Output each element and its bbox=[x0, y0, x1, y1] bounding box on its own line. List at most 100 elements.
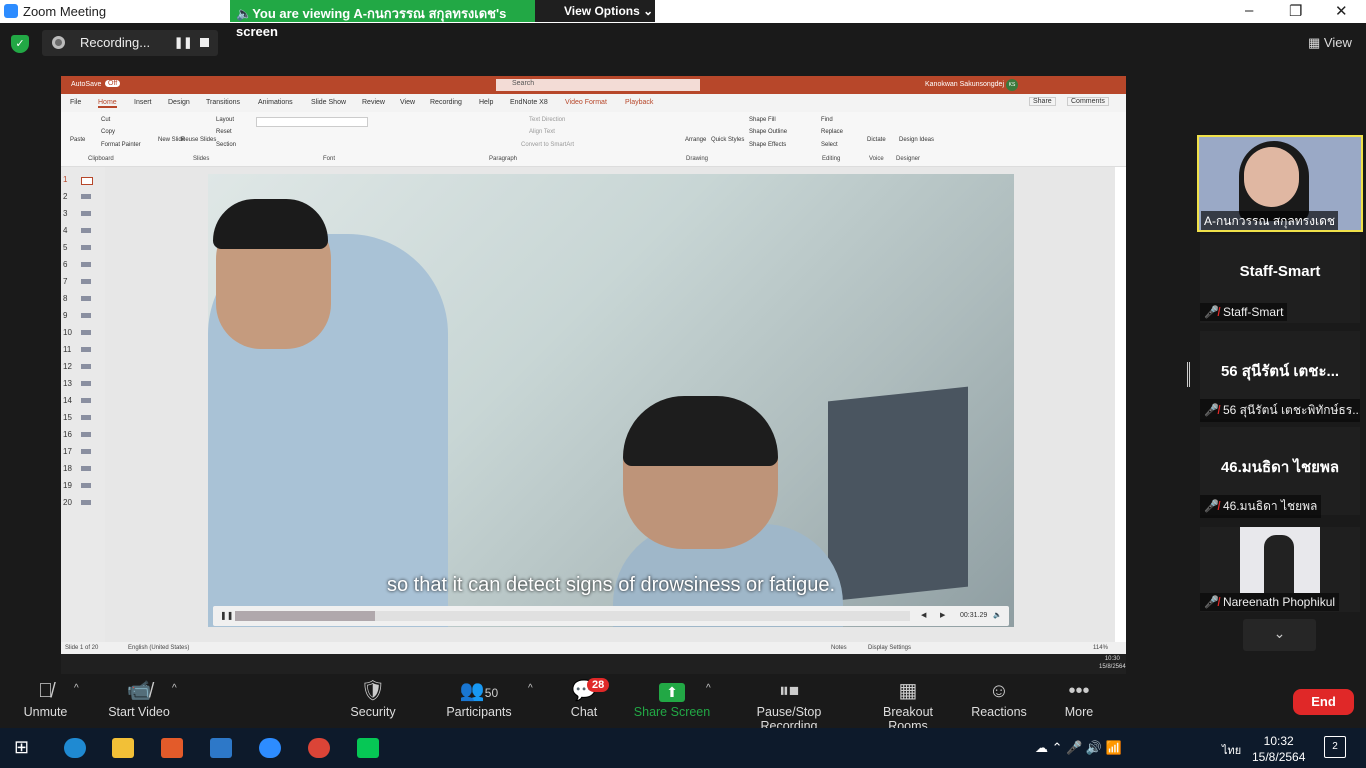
maximize-icon[interactable]: ❐ bbox=[1289, 2, 1302, 20]
status-display-settings[interactable]: Display Settings bbox=[868, 645, 911, 651]
edge-icon[interactable] bbox=[64, 738, 86, 758]
mail-icon[interactable] bbox=[210, 738, 232, 758]
pause-stop-recording-button[interactable]: ⏸⏹ Pause/Stop Recording bbox=[728, 675, 850, 733]
stop-recording-icon[interactable] bbox=[200, 38, 209, 47]
ribbon-replace[interactable]: Replace bbox=[821, 129, 843, 135]
ppt-comments-button[interactable]: Comments bbox=[1067, 97, 1109, 106]
ppt-tab-insert[interactable]: Insert bbox=[134, 99, 152, 106]
ribbon-format-painter[interactable]: Format Painter bbox=[101, 142, 141, 148]
ribbon-cut[interactable]: Cut bbox=[101, 117, 110, 123]
status-notes-button[interactable]: Notes bbox=[831, 645, 847, 651]
share-caret[interactable]: ^ bbox=[706, 683, 711, 694]
view-options-button[interactable]: View Options ⌄ bbox=[535, 0, 655, 22]
pause-recording-icon[interactable]: ❚❚ bbox=[174, 36, 192, 49]
ppt-tab-transitions[interactable]: Transitions bbox=[206, 99, 240, 106]
ribbon-section[interactable]: Section bbox=[216, 142, 236, 148]
chrome-icon[interactable] bbox=[308, 738, 330, 758]
slide-thumbnail[interactable] bbox=[81, 245, 91, 250]
audio-options-caret[interactable]: ^ bbox=[74, 683, 79, 694]
scroll-down-button[interactable]: ⌄ bbox=[1243, 619, 1316, 651]
participant-tile[interactable]: 56 สุนีรัตน์ เตชะ... 🎤̸ 56 สุนีรัตน์ เตชะ… bbox=[1200, 331, 1360, 422]
participants-caret[interactable]: ^ bbox=[528, 683, 533, 694]
slide-thumbnail[interactable] bbox=[81, 330, 91, 335]
video-progress-bar[interactable] bbox=[235, 611, 910, 621]
security-button[interactable]: 🛡 Security bbox=[345, 675, 401, 728]
breakout-rooms-button[interactable]: ▦ Breakout Rooms bbox=[862, 675, 954, 733]
ribbon-dictate[interactable]: Dictate bbox=[867, 137, 886, 143]
ribbon-convert-smartart[interactable]: Convert to SmartArt bbox=[521, 142, 574, 148]
ppt-tab-review[interactable]: Review bbox=[362, 99, 385, 106]
ribbon-shape-effects[interactable]: Shape Effects bbox=[749, 142, 786, 148]
file-explorer-icon[interactable] bbox=[112, 738, 134, 758]
slide-thumbnail[interactable] bbox=[81, 296, 91, 301]
more-button[interactable]: ••• More bbox=[1060, 675, 1098, 728]
unmute-button[interactable]: 🎙̸ Unmute bbox=[18, 675, 73, 728]
ppt-search-box[interactable]: Search bbox=[496, 79, 700, 91]
slide-thumbnail[interactable] bbox=[81, 364, 91, 369]
weather-icon[interactable]: ☁ bbox=[1035, 740, 1048, 755]
ppt-tab-slide-show[interactable]: Slide Show bbox=[311, 99, 346, 106]
slide-thumbnail[interactable] bbox=[81, 194, 91, 199]
ppt-tab-file[interactable]: File bbox=[70, 99, 81, 106]
ppt-tab-endnote[interactable]: EndNote X8 bbox=[510, 99, 548, 106]
ribbon-find[interactable]: Find bbox=[821, 117, 833, 123]
ppt-tab-view[interactable]: View bbox=[400, 99, 415, 106]
autosave-toggle[interactable]: Off bbox=[105, 80, 121, 87]
ribbon-align-text[interactable]: Align Text bbox=[529, 129, 555, 135]
participant-tile[interactable]: 46.มนธิดา ไชยพล 🎤̸ 46.มนธิดา ไชยพล bbox=[1200, 427, 1360, 518]
slide-thumbnail[interactable] bbox=[81, 279, 91, 284]
ribbon-text-direction[interactable]: Text Direction bbox=[529, 117, 565, 123]
ribbon-quick-styles[interactable]: Quick Styles bbox=[711, 137, 744, 143]
ribbon-reset[interactable]: Reset bbox=[216, 129, 232, 135]
ppt-tab-animations[interactable]: Animations bbox=[258, 99, 293, 106]
font-name-box[interactable] bbox=[256, 117, 368, 127]
store-icon[interactable] bbox=[161, 738, 183, 758]
slide-thumbnail[interactable] bbox=[81, 483, 91, 488]
video-pause-icon[interactable]: ❚❚ bbox=[220, 611, 233, 620]
slide-thumbnail[interactable] bbox=[81, 381, 91, 386]
ribbon-layout[interactable]: Layout bbox=[216, 117, 234, 123]
slide-thumbnail[interactable] bbox=[81, 313, 91, 318]
slide-thumbnail[interactable] bbox=[81, 211, 91, 216]
slide-thumbnail[interactable] bbox=[81, 177, 93, 185]
slide-thumbnail[interactable] bbox=[81, 449, 91, 454]
taskbar-clock[interactable]: 10:32 15/8/2564 bbox=[1252, 733, 1305, 765]
active-speaker-tile[interactable]: A-กนกวรรณ สกุลทรงเดช bbox=[1197, 135, 1363, 232]
ppt-user-avatar[interactable]: KS bbox=[1006, 79, 1018, 91]
ribbon-shape-outline[interactable]: Shape Outline bbox=[749, 129, 787, 135]
ribbon-reuse-slides[interactable]: Reuse Slides bbox=[181, 137, 216, 143]
slide-thumbnail[interactable] bbox=[81, 415, 91, 420]
ppt-tab-design[interactable]: Design bbox=[168, 99, 190, 106]
slide-thumbnail[interactable] bbox=[81, 398, 91, 403]
video-volume-icon[interactable]: 🔈 bbox=[993, 611, 1002, 619]
close-icon[interactable]: ✕ bbox=[1335, 2, 1348, 20]
reactions-button[interactable]: ☺ Reactions bbox=[970, 675, 1028, 728]
status-zoom[interactable]: 114% bbox=[1093, 645, 1108, 651]
ppt-tab-playback[interactable]: Playback bbox=[625, 99, 653, 106]
ppt-tab-video-format[interactable]: Video Format bbox=[565, 99, 607, 106]
view-button[interactable]: ▦ View bbox=[1308, 35, 1352, 51]
ppt-tab-recording[interactable]: Recording bbox=[430, 99, 462, 106]
ribbon-arrange[interactable]: Arrange bbox=[685, 137, 706, 143]
minimize-icon[interactable]: – bbox=[1245, 2, 1253, 19]
slide-thumbnail[interactable] bbox=[81, 228, 91, 233]
video-forward-icon[interactable]: ▶ bbox=[940, 611, 945, 619]
participant-tile[interactable]: Staff-Smart 🎤̸ Staff-Smart bbox=[1200, 235, 1360, 323]
language-indicator[interactable]: ไทย bbox=[1222, 741, 1241, 759]
video-options-caret[interactable]: ^ bbox=[172, 683, 177, 694]
share-screen-button[interactable]: ⬆ Share Screen bbox=[633, 675, 711, 728]
notification-center-icon[interactable]: 2 bbox=[1324, 736, 1346, 758]
slide-thumbnail[interactable] bbox=[81, 500, 91, 505]
slide-video[interactable]: so that it can detect signs of drowsines… bbox=[208, 174, 1014, 627]
ribbon-select[interactable]: Select bbox=[821, 142, 838, 148]
ribbon-paste[interactable]: Paste bbox=[70, 137, 85, 143]
ppt-tab-help[interactable]: Help bbox=[479, 99, 493, 106]
windows-start-icon[interactable]: ⊞ bbox=[14, 737, 29, 758]
slide-thumbnail[interactable] bbox=[81, 466, 91, 471]
slide-thumbnail[interactable] bbox=[81, 262, 91, 267]
start-video-button[interactable]: 📹̸ Start Video bbox=[103, 675, 175, 728]
ribbon-shape-fill[interactable]: Shape Fill bbox=[749, 117, 776, 123]
participant-video-tile[interactable]: 🎤̸ Nareenath Phophikul bbox=[1200, 527, 1360, 612]
ppt-tab-home[interactable]: Home bbox=[98, 99, 117, 108]
slide-thumbnail[interactable] bbox=[81, 347, 91, 352]
